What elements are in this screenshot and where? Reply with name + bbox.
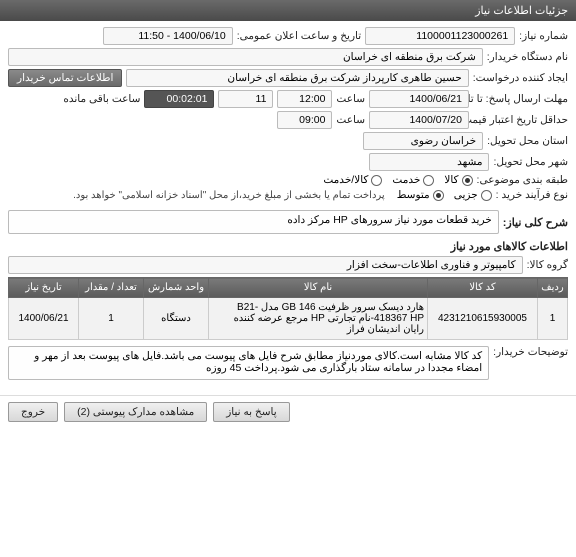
table-row[interactable]: 1 4231210615930005 هارد دیسک سرور ظرفیت … — [9, 298, 568, 340]
deadline-send-hour: 12:00 — [277, 90, 332, 108]
time-label-1: ساعت — [336, 93, 365, 105]
public-announce-value: 1400/06/10 - 11:50 — [103, 27, 233, 45]
validity-label: حداقل تاریخ اعتبار قیمت: تا تاریخ: — [473, 114, 568, 126]
cell-index: 1 — [538, 298, 568, 340]
buyer-org-label: نام دستگاه خریدار: — [487, 51, 568, 63]
table-header-row: ردیف کد کالا نام کالا واحد شمارش تعداد /… — [9, 278, 568, 298]
creator-label: ایجاد کننده درخواست: — [473, 72, 568, 84]
province-value: خراسان رضوی — [363, 132, 483, 150]
remaining-label: ساعت باقی مانده — [63, 93, 140, 105]
form-content: شماره نیاز: 1100001123000261 تاریخ و ساع… — [0, 21, 576, 389]
desc-value: خرید قطعات مورد نیاز سرورهای HP مرکز داد… — [8, 210, 499, 234]
th-code: کد کالا — [428, 278, 538, 298]
process-opt-minor[interactable]: جزیی — [454, 189, 492, 201]
items-table: ردیف کد کالا نام کالا واحد شمارش تعداد /… — [8, 277, 568, 340]
category-radio-group: کالا خدمت کالا/خدمت — [323, 174, 472, 186]
remaining-time: 00:02:01 — [144, 90, 214, 108]
time-label-2: ساعت — [336, 114, 365, 126]
city-label: شهر محل تحویل: — [493, 156, 568, 168]
radio-icon — [423, 175, 434, 186]
deadline-send-date: 1400/06/21 — [369, 90, 469, 108]
deadline-send-label: مهلت ارسال پاسخ: تا تاریخ: — [473, 93, 568, 105]
note-value: کد کالا مشابه است.کالای موردنیاز مطابق ش… — [8, 346, 489, 380]
th-unit: واحد شمارش — [144, 278, 209, 298]
category-opt-service[interactable]: خدمت — [392, 174, 434, 186]
creator-value: حسین طاهری کارپرداز شرکت برق منطقه ای خر… — [126, 69, 468, 87]
attachments-button[interactable]: مشاهده مدارک پیوستی (2) — [64, 402, 207, 422]
cell-unit: دستگاه — [144, 298, 209, 340]
need-number-value: 1100001123000261 — [365, 27, 515, 45]
deadline-send-min: 11 — [218, 90, 273, 108]
cell-code: 4231210615930005 — [428, 298, 538, 340]
items-section-title: اطلاعات کالاهای مورد نیاز — [8, 240, 568, 253]
validity-date: 1400/07/20 — [369, 111, 469, 129]
category-opt-goods[interactable]: کالا — [444, 174, 472, 186]
category-opt-both[interactable]: کالا/خدمت — [323, 174, 382, 186]
cell-date: 1400/06/21 — [9, 298, 79, 340]
cell-qty: 1 — [79, 298, 144, 340]
th-qty: تعداد / مقدار — [79, 278, 144, 298]
public-announce-label: تاریخ و ساعت اعلان عمومی: — [237, 30, 361, 42]
exit-button[interactable]: خروج — [8, 402, 58, 422]
reply-button[interactable]: پاسخ به نیاز — [213, 402, 289, 422]
process-label: نوع فرآیند خرید : — [496, 189, 568, 201]
note-label: توضیحات خریدار: — [493, 346, 568, 358]
th-name: نام کالا — [209, 278, 428, 298]
radio-icon — [433, 190, 444, 201]
th-index: ردیف — [538, 278, 568, 298]
contact-info-button[interactable]: اطلاعات تماس خریدار — [8, 69, 122, 87]
process-radio-group: جزیی متوسط — [397, 189, 492, 201]
group-value: کامپیوتر و فناوری اطلاعات-سخت افزار — [8, 256, 523, 274]
city-value: مشهد — [369, 153, 489, 171]
process-hint: پرداخت تمام یا بخشی از مبلغ خرید،از محل … — [73, 190, 385, 201]
footer-bar: پاسخ به نیاز مشاهده مدارک پیوستی (2) خرو… — [0, 395, 576, 428]
radio-icon — [371, 175, 382, 186]
th-date: تاریخ نیاز — [9, 278, 79, 298]
validity-hour: 09:00 — [277, 111, 332, 129]
window-title-bar: جزئیات اطلاعات نیاز — [0, 0, 576, 21]
window-title: جزئیات اطلاعات نیاز — [475, 5, 568, 17]
cell-name: هارد دیسک سرور ظرفیت GB 146 مدل B21-4183… — [209, 298, 428, 340]
need-number-label: شماره نیاز: — [519, 30, 568, 42]
radio-icon — [481, 190, 492, 201]
desc-label: شرح کلی نیاز: — [503, 216, 568, 229]
buyer-org-value: شرکت برق منطقه ای خراسان — [8, 48, 483, 66]
radio-icon — [462, 175, 473, 186]
group-label: گروه کالا: — [527, 259, 568, 271]
process-opt-medium[interactable]: متوسط — [397, 189, 444, 201]
province-label: استان محل تحویل: — [487, 135, 568, 147]
category-label: طبقه بندی موضوعی: — [477, 174, 568, 186]
